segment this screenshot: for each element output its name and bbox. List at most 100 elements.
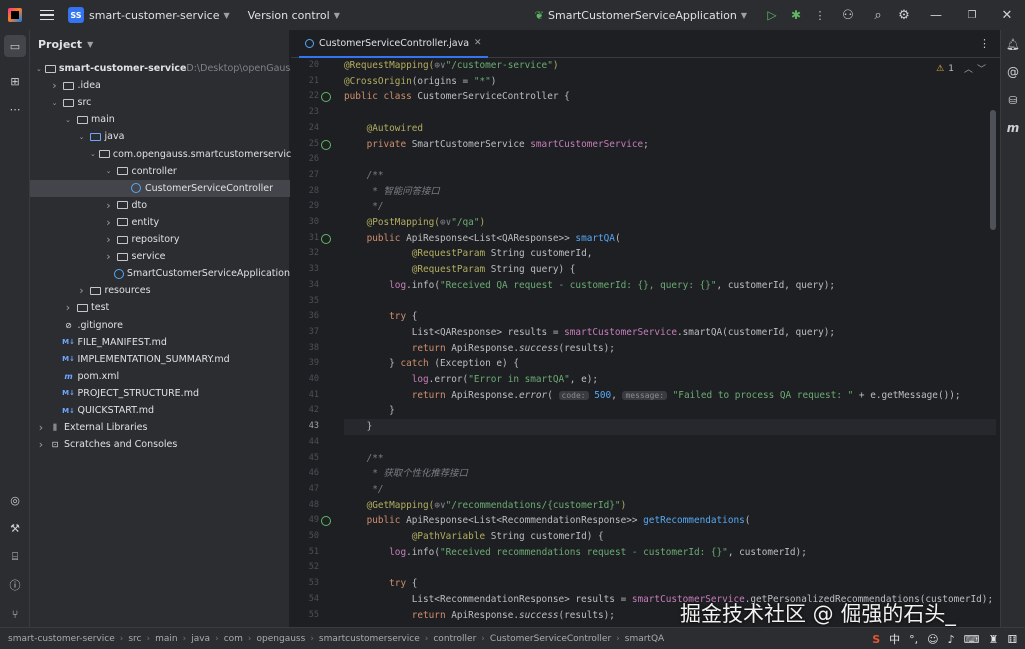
keyboard-icon[interactable]: ⌨ xyxy=(964,633,980,646)
spring-bean-gutter-icon[interactable] xyxy=(321,516,331,527)
structure-tool-icon[interactable]: ⊞ xyxy=(4,70,26,92)
add-user-icon[interactable]: ⚇ xyxy=(831,8,865,23)
inspection-widget[interactable]: ⚠ 1 ︿ ﹀ xyxy=(936,62,986,76)
tree-item[interactable]: ⌄ smart-customer-service D:\Desktop\openG… xyxy=(30,60,295,77)
notifications-icon[interactable]: 🔔︎ xyxy=(1003,34,1023,54)
tree-item[interactable]: ⌄ com.opengauss.smartcustomerservice xyxy=(30,146,297,163)
tree-item[interactable]: › service xyxy=(30,248,290,265)
tree-item[interactable]: CustomerServiceController xyxy=(30,179,290,197)
minimize-icon[interactable]: — xyxy=(917,8,955,22)
git-tool-icon[interactable]: ⑂ xyxy=(4,603,26,625)
restore-icon[interactable]: ❐ xyxy=(955,10,989,21)
search-icon[interactable]: ⌕ xyxy=(865,8,891,23)
code-token: (origins = xyxy=(411,75,474,87)
close-icon[interactable]: ✕ xyxy=(989,8,1025,23)
chevron-right-icon[interactable]: › xyxy=(36,421,46,434)
code-token: } xyxy=(344,405,395,417)
build-tool-icon[interactable]: ⚒ xyxy=(4,517,26,539)
tree-item[interactable]: M↓ FILE_MANIFEST.md xyxy=(30,334,290,351)
services-tool-icon[interactable]: ◎ xyxy=(4,489,26,511)
breadcrumb-item[interactable]: opengauss xyxy=(257,634,306,644)
tree-item[interactable]: › resources xyxy=(30,282,290,299)
tree-item[interactable]: ⊘ .gitignore xyxy=(30,317,290,334)
more-tabs-icon[interactable]: ⋮ xyxy=(979,37,990,50)
toolbox-icon[interactable]: ⚅ xyxy=(1007,633,1017,646)
editor-scrollbar[interactable] xyxy=(990,110,996,230)
chevron-down-icon[interactable]: ⌄ xyxy=(77,133,87,141)
tree-item[interactable]: › .idea xyxy=(30,77,290,94)
tree-item[interactable]: m pom.xml xyxy=(30,368,290,385)
database-icon[interactable]: ⛁ xyxy=(1003,90,1023,110)
tree-item[interactable]: › test xyxy=(30,299,290,316)
chevron-down-icon[interactable]: ﹀ xyxy=(977,62,986,75)
chevron-up-icon[interactable]: ︿ xyxy=(964,62,973,75)
project-badge[interactable]: SS xyxy=(68,7,84,23)
chevron-right-icon: › xyxy=(182,633,187,644)
tree-item[interactable]: SmartCustomerServiceApplication xyxy=(30,265,290,282)
run-config-selector[interactable]: ❦ SmartCustomerServiceApplication ▼ xyxy=(535,9,747,22)
chevron-right-icon[interactable]: › xyxy=(104,216,114,229)
spring-bean-gutter-icon[interactable] xyxy=(321,233,331,244)
punctuation-icon[interactable]: °, xyxy=(909,633,918,646)
tree-item[interactable]: › repository xyxy=(30,231,290,248)
chevron-down-icon[interactable]: ⌄ xyxy=(50,99,60,107)
sogou-ime-icon[interactable]: S xyxy=(872,633,880,646)
terminal-tool-icon[interactable]: ⌸ xyxy=(4,546,26,568)
tree-item[interactable]: › dto xyxy=(30,197,290,214)
chevron-right-icon[interactable]: › xyxy=(50,79,60,92)
microphone-icon[interactable]: ♪ xyxy=(948,633,955,646)
project-switcher[interactable]: smart-customer-service ▼ xyxy=(89,9,230,22)
tree-item[interactable]: ⌄ main xyxy=(30,111,290,128)
problems-tool-icon[interactable]: ⓘ xyxy=(4,574,26,596)
ime-mode[interactable]: 中 xyxy=(889,631,900,647)
settings-gear-icon[interactable]: ⚙ xyxy=(891,8,917,23)
tree-item[interactable]: › ⊡ Scratches and Consoles xyxy=(30,436,290,453)
tree-item[interactable]: ⌄ java xyxy=(30,128,290,145)
spring-bean-gutter-icon[interactable] xyxy=(321,92,331,103)
breadcrumb-item[interactable]: controller xyxy=(433,634,476,644)
project-panel-header[interactable]: Project ▼ xyxy=(30,30,290,58)
ai-assistant-icon[interactable]: @ xyxy=(1003,62,1023,82)
chevron-down-icon[interactable]: ⌄ xyxy=(63,116,73,124)
spring-bean-gutter-icon[interactable] xyxy=(321,139,331,150)
chevron-right-icon[interactable]: › xyxy=(36,438,46,451)
tree-item[interactable]: ⌄ controller xyxy=(30,163,290,180)
code-token: smartCustomerService xyxy=(564,326,678,338)
more-actions-icon[interactable]: ⋮ xyxy=(809,9,831,22)
close-tab-icon[interactable]: ✕ xyxy=(474,38,482,48)
vcs-widget[interactable]: Version control ▼ xyxy=(248,9,340,22)
emoji-icon[interactable]: ☺ xyxy=(927,633,938,646)
tree-item[interactable]: ⌄ src xyxy=(30,94,290,111)
chevron-right-icon[interactable]: › xyxy=(77,284,87,297)
breadcrumb-item[interactable]: smartQA xyxy=(625,634,664,644)
debug-icon[interactable]: ✱ xyxy=(783,8,809,22)
chevron-right-icon[interactable]: › xyxy=(104,250,114,263)
chevron-down-icon[interactable]: ⌄ xyxy=(36,65,42,73)
breadcrumb-item[interactable]: com xyxy=(224,634,243,644)
chevron-right-icon[interactable]: › xyxy=(104,233,114,246)
tab-customer-service-controller[interactable]: CustomerServiceController.java ✕ xyxy=(299,30,488,58)
tree-item[interactable]: › ⫼ External Libraries xyxy=(30,419,290,436)
maven-icon[interactable]: m xyxy=(1003,118,1023,138)
more-tools-icon[interactable]: ⋯ xyxy=(4,98,26,120)
chevron-down-icon[interactable]: ⌄ xyxy=(104,167,114,175)
chevron-right-icon[interactable]: › xyxy=(63,301,73,314)
tree-item[interactable]: M↓ PROJECT_STRUCTURE.md xyxy=(30,385,290,402)
breadcrumb-item[interactable]: java xyxy=(191,634,210,644)
breadcrumb-item[interactable]: smartcustomerservice xyxy=(319,634,420,644)
skin-icon[interactable]: ♜ xyxy=(989,633,999,646)
line-number: 54 xyxy=(308,593,319,604)
chevron-right-icon[interactable]: › xyxy=(104,199,114,212)
chevron-down-icon[interactable]: ⌄ xyxy=(90,150,96,158)
breadcrumb-item[interactable]: src xyxy=(128,634,141,644)
run-icon[interactable]: ▷ xyxy=(761,8,783,22)
breadcrumb-item[interactable]: CustomerServiceController xyxy=(490,634,611,644)
breadcrumb-item[interactable]: main xyxy=(155,634,178,644)
tree-item[interactable]: M↓ QUICKSTART.md xyxy=(30,402,290,419)
breadcrumb-item[interactable]: smart-customer-service xyxy=(8,634,115,644)
tree-item[interactable]: M↓ IMPLEMENTATION_SUMMARY.md xyxy=(30,351,290,368)
project-tool-icon[interactable]: ▭ xyxy=(4,35,26,57)
main-menu-icon[interactable] xyxy=(40,9,54,21)
code-line: return ApiResponse.success(results); xyxy=(344,341,615,357)
tree-item[interactable]: › entity xyxy=(30,214,290,231)
